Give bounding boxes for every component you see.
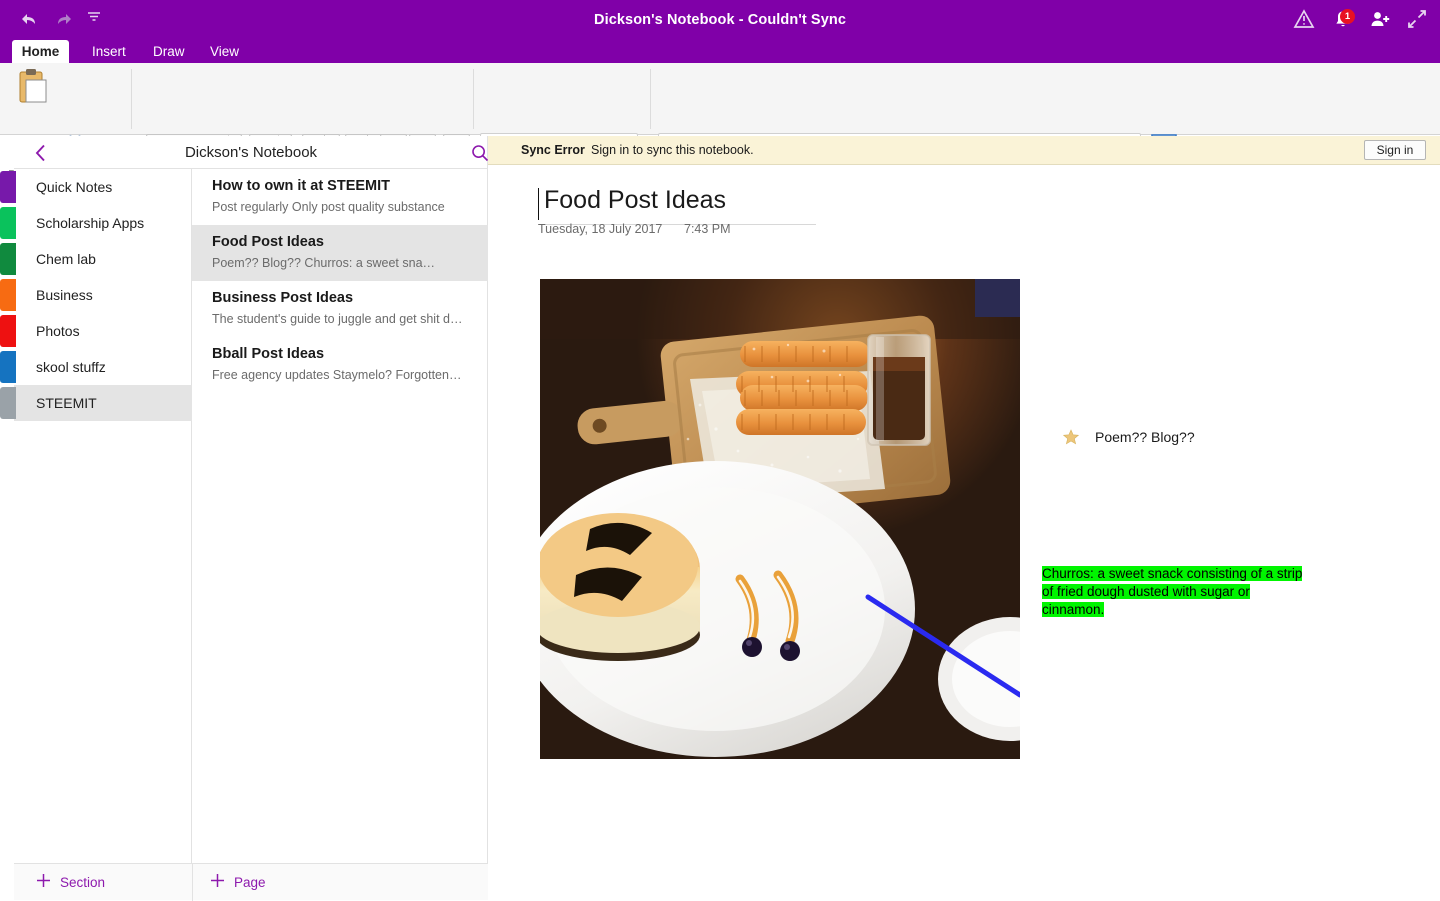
sidebar-item-business[interactable]: Business (0, 277, 192, 313)
add-page-button[interactable]: Page (210, 873, 266, 891)
bottom-bar-divider (192, 864, 193, 901)
list-item[interactable]: Business Post Ideas The student's guide … (192, 281, 488, 337)
section-color-swatch (0, 243, 16, 275)
section-label: STEEMIT (36, 395, 97, 411)
sidebar-item-scholarship-apps[interactable]: Scholarship Apps (0, 205, 192, 241)
page-date[interactable]: Tuesday, 18 July 2017 (538, 222, 662, 236)
sidebar-item-chem-lab[interactable]: Chem lab (0, 241, 192, 277)
plus-icon (210, 873, 225, 891)
sections-pane: Quick Notes Scholarship Apps Chem lab Bu… (0, 169, 192, 863)
bottom-bar: Section Page (14, 863, 488, 901)
tab-insert[interactable]: Insert (80, 40, 138, 63)
section-color-swatch (0, 387, 16, 419)
add-page-label: Page (234, 874, 266, 890)
tab-home[interactable]: Home (12, 40, 69, 63)
list-item[interactable]: Food Post Ideas Poem?? Blog?? Churros: a… (192, 225, 671, 281)
section-label: Chem lab (36, 251, 96, 267)
ribbon: Paste Cut Copy Format Calibri 20 (0, 63, 1440, 191)
note-text: Churros: a sweet snack consisting of a s… (1042, 566, 1303, 617)
page-preview: Post regularly Only post quality substan… (212, 200, 445, 214)
pages-pane: How to own it at STEEMIT Post regularly … (192, 169, 671, 863)
page-title: Food Post Ideas (212, 234, 324, 250)
share-icon[interactable] (1369, 8, 1391, 30)
tab-draw[interactable]: Draw (141, 40, 197, 63)
sign-in-button[interactable]: Sign in (1364, 140, 1426, 160)
ribbon-tab-strip: Home Insert Draw View (0, 40, 1440, 63)
section-label: Business (36, 287, 93, 303)
text-caret (538, 188, 539, 220)
paste-button[interactable] (12, 67, 54, 131)
chevron-down-icon[interactable] (86, 10, 102, 24)
list-item[interactable]: Bball Post Ideas Free agency updates Sta… (192, 337, 488, 393)
sidebar-item-quick-notes[interactable]: Quick Notes (0, 169, 192, 205)
sync-error-bar: Sync Error Sign in to sync this notebook… (488, 136, 1440, 165)
expand-icon[interactable] (1406, 8, 1428, 30)
redo-icon[interactable] (53, 10, 75, 28)
notification-badge: 1 (1340, 9, 1355, 24)
section-color-swatch (0, 315, 16, 347)
section-label: Photos (36, 323, 80, 339)
section-label: Quick Notes (36, 179, 113, 195)
note-text: Poem?? Blog?? (1095, 429, 1195, 445)
add-section-button[interactable]: Section (36, 873, 105, 891)
page-preview: Poem?? Blog?? Churros: a sweet sna… (212, 256, 436, 270)
note-canvas[interactable]: Food Post Ideas Tuesday, 18 July 2017 7:… (488, 165, 1440, 900)
page-title: How to own it at STEEMIT (212, 178, 391, 194)
section-color-swatch (0, 207, 16, 239)
page-preview: Free agency updates Staymelo? Forgotten … (212, 368, 464, 382)
warning-icon[interactable] (1293, 8, 1315, 30)
section-label: Scholarship Apps (36, 215, 145, 231)
section-color-swatch (0, 351, 16, 383)
page-title: Food Post Ideas (544, 186, 727, 214)
sidebar-item-steemit[interactable]: STEEMIT (0, 385, 192, 421)
tab-view[interactable]: View (198, 40, 251, 63)
sidebar-item-photos[interactable]: Photos (0, 313, 192, 349)
sync-error-message: Sign in to sync this notebook. (591, 143, 754, 157)
add-section-label: Section (60, 874, 106, 890)
section-color-swatch (0, 171, 16, 203)
page-time[interactable]: 7:43 PM (684, 222, 731, 236)
churros-and-cheesecake-photo[interactable] (540, 279, 1020, 759)
notebook-header: Dickson's Notebook (14, 136, 489, 169)
window-title: Dickson's Notebook - Couldn't Sync (594, 12, 846, 28)
section-label: skool stuffz (36, 359, 106, 375)
sidebar-item-skool-stuffz[interactable]: skool stuffz (0, 349, 192, 385)
page-preview: The student's guide to juggle and get sh… (212, 312, 464, 326)
title-bar: Dickson's Notebook - Couldn't Sync 1 (0, 0, 1440, 58)
undo-icon[interactable] (18, 10, 40, 28)
plus-icon (36, 873, 51, 891)
note-block-churros[interactable]: Churros: a sweet snack consisting of a s… (1042, 565, 1310, 619)
sync-error-label: Sync Error (521, 143, 585, 157)
list-item[interactable]: How to own it at STEEMIT Post regularly … (192, 169, 488, 225)
page-title: Business Post Ideas (212, 290, 354, 306)
note-block-poem[interactable]: Poem?? Blog?? (1062, 429, 1195, 445)
page-title: Bball Post Ideas (212, 346, 325, 362)
section-color-swatch (0, 279, 16, 311)
notebook-title: Dickson's Notebook (184, 144, 318, 161)
star-icon (1062, 429, 1080, 445)
